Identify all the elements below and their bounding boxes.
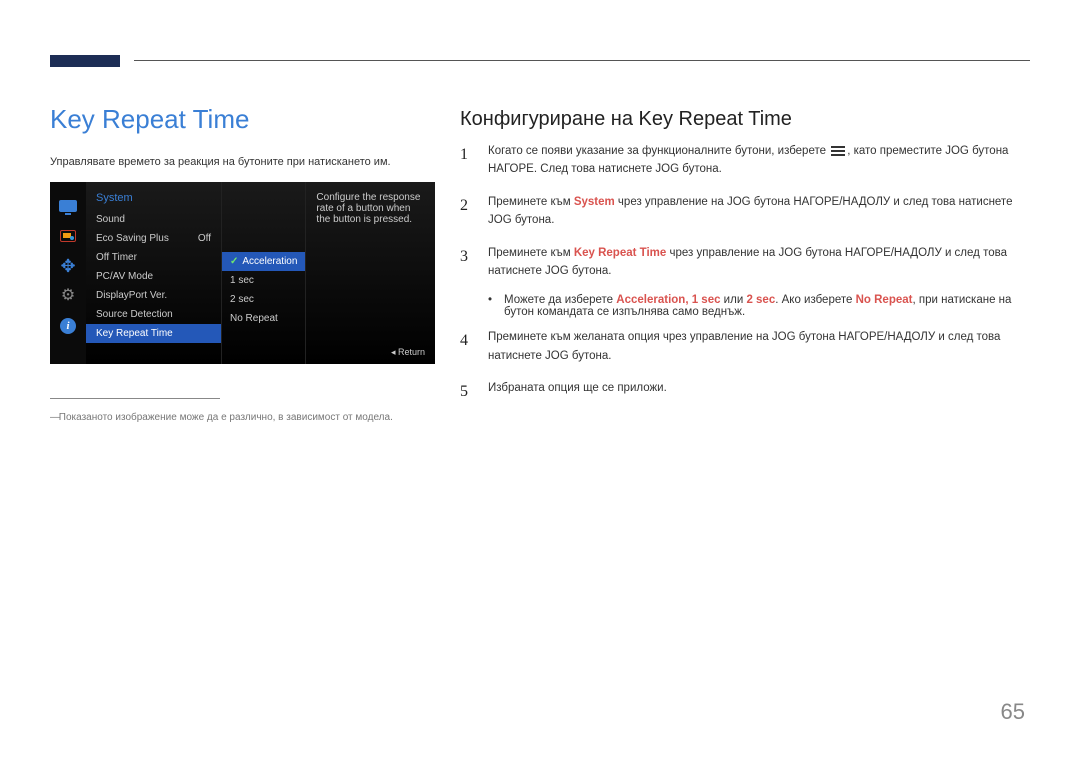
bullet-row: • Можете да изберете Acceleration, 1 sec…: [488, 294, 1020, 318]
osd-menu-item[interactable]: Source Detection: [86, 305, 221, 324]
step-text: Преминете към System чрез управление на …: [488, 193, 1020, 230]
step-row: 2 Преминете към System чрез управление н…: [460, 193, 1020, 230]
footnote-text: Показаното изображение може да е различн…: [50, 412, 393, 423]
step-number: 4: [460, 328, 474, 365]
step-row: 4 Преминете към желаната опция чрез упра…: [460, 328, 1020, 365]
menu-icon: [831, 146, 845, 156]
osd-submenu-label: 1 sec: [230, 275, 254, 286]
step-text-part: Преминете към: [488, 196, 574, 208]
steps-list: 1 Когато се появи указание за функционал…: [460, 142, 1020, 419]
step-text-part: или: [720, 294, 746, 306]
header-accent-bar: [50, 55, 120, 67]
osd-screenshot: ✥ ⚙ i System Sound Eco Saving Plus Off Of…: [50, 182, 435, 364]
gear-icon: ⚙: [58, 286, 78, 306]
step-text-part: Преминете към: [488, 247, 574, 259]
osd-menu-label: Off Timer: [96, 252, 137, 263]
bullet-dot: •: [488, 294, 494, 318]
step-text: Избраната опция ще се приложи.: [488, 379, 1020, 405]
osd-description-text: Configure the response rate of a button …: [316, 192, 425, 225]
osd-menu-header: System: [86, 192, 221, 210]
step-row: 1 Когато се появи указание за функционал…: [460, 142, 1020, 179]
osd-submenu-item[interactable]: 2 sec: [222, 290, 305, 309]
osd-submenu-column: Acceleration 1 sec 2 sec No Repeat: [221, 182, 305, 364]
step-text: Преминете към желаната опция чрез управл…: [488, 328, 1020, 365]
info-icon: i: [58, 316, 78, 336]
osd-return-label[interactable]: Return: [391, 347, 425, 358]
step-number: 1: [460, 142, 474, 179]
osd-menu-item[interactable]: Off Timer: [86, 248, 221, 267]
step-number: 2: [460, 193, 474, 230]
osd-menu-item-selected[interactable]: Key Repeat Time: [86, 324, 221, 343]
step-row: 3 Преминете към Key Repeat Time чрез упр…: [460, 244, 1020, 281]
step-number: 5: [460, 379, 474, 405]
osd-submenu-label: 2 sec: [230, 294, 254, 305]
page-title: Key Repeat Time: [50, 104, 249, 135]
step-number: 3: [460, 244, 474, 281]
section-title: Конфигуриране на Key Repeat Time: [460, 108, 792, 131]
step-row: 5 Избраната опция ще се приложи.: [460, 379, 1020, 405]
highlight-norepeat: No Repeat: [856, 294, 913, 306]
bullet-text: Можете да изберете Acceleration, 1 sec и…: [504, 294, 1020, 318]
osd-menu-value: Off: [198, 233, 211, 244]
picture-icon: [58, 226, 78, 246]
intro-text: Управлявате времето за реакция на бутони…: [50, 156, 391, 168]
osd-icon-column: ✥ ⚙ i: [50, 182, 86, 364]
step-text: Преминете към Key Repeat Time чрез управ…: [488, 244, 1020, 281]
osd-menu-label: Eco Saving Plus: [96, 233, 169, 244]
osd-submenu-label: No Repeat: [230, 313, 278, 324]
osd-submenu-item[interactable]: 1 sec: [222, 271, 305, 290]
osd-menu-label: DisplayPort Ver.: [96, 290, 167, 301]
osd-menu-item[interactable]: DisplayPort Ver.: [86, 286, 221, 305]
highlight-acceleration: Acceleration: [616, 294, 685, 306]
osd-menu-item[interactable]: Eco Saving Plus Off: [86, 229, 221, 248]
osd-menu-item[interactable]: Sound: [86, 210, 221, 229]
step-text-part: Когато се появи указание за функционални…: [488, 145, 829, 157]
highlight-krt: Key Repeat Time: [574, 247, 666, 259]
osd-menu-label: Sound: [96, 214, 125, 225]
step-text-part: . Ако изберете: [775, 294, 855, 306]
osd-submenu-label: Acceleration: [242, 256, 297, 267]
highlight-system: System: [574, 196, 615, 208]
step-text: Когато се появи указание за функционални…: [488, 142, 1020, 179]
osd-menu-label: PC/AV Mode: [96, 271, 153, 282]
osd-menu-item[interactable]: PC/AV Mode: [86, 267, 221, 286]
header-rule: [134, 60, 1030, 61]
highlight-1sec: 1 sec: [692, 294, 721, 306]
osd-submenu-item-selected[interactable]: Acceleration: [222, 252, 305, 271]
osd-menu-label: Key Repeat Time: [96, 328, 173, 339]
osd-submenu-item[interactable]: No Repeat: [222, 309, 305, 328]
monitor-icon: [58, 196, 78, 216]
osd-description-column: Configure the response rate of a button …: [305, 182, 435, 364]
osd-menu-column: System Sound Eco Saving Plus Off Off Time…: [86, 182, 221, 364]
move-icon: ✥: [58, 256, 78, 276]
footnote-rule: [50, 398, 220, 399]
step-text-part: Можете да изберете: [504, 294, 616, 306]
page-number: 65: [1001, 699, 1025, 725]
osd-menu-label: Source Detection: [96, 309, 173, 320]
highlight-2sec: 2 sec: [746, 294, 775, 306]
